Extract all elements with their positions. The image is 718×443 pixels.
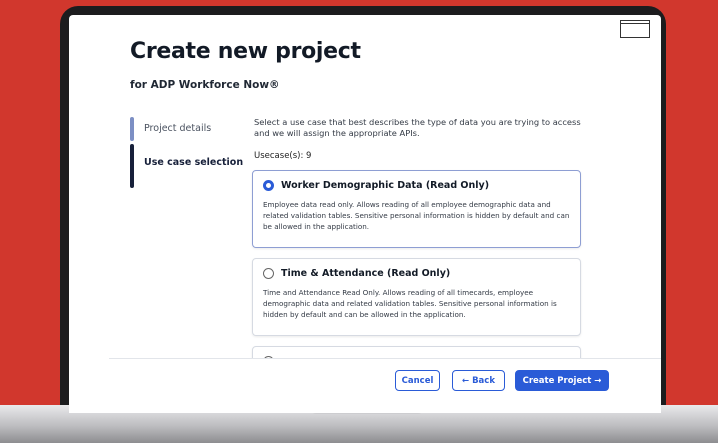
step-label: Use case selection (144, 157, 244, 168)
usecase-card-time-attendance[interactable]: Time & Attendance (Read Only) Time and A… (252, 258, 581, 336)
usecase-card-worker-demographic[interactable]: Worker Demographic Data (Read Only) Empl… (252, 170, 581, 248)
step-label: Project details (144, 123, 212, 134)
usecase-title: Worker Demographic Data (Read Only) (281, 180, 490, 191)
usecase-description: Time and Attendance Read Only. Allows re… (263, 288, 557, 319)
usecase-description: Employee data read only. Allows reading … (263, 200, 570, 231)
window-icon[interactable] (620, 20, 650, 38)
radio-button[interactable] (263, 180, 274, 191)
footer-bar: Cancel ← Back Create Project → (109, 358, 661, 413)
radio-button[interactable] (263, 268, 274, 279)
create-project-button[interactable]: Create Project → (515, 370, 609, 391)
step-use-case-selection[interactable]: Use case selection (130, 144, 250, 188)
page-title: Create new project (130, 39, 361, 64)
step-project-details[interactable]: Project details (130, 117, 250, 141)
usecase-title: Time & Attendance (Read Only) (281, 268, 451, 279)
instructions-text: Select a use case that best describes th… (254, 117, 581, 138)
back-button[interactable]: ← Back (452, 370, 505, 391)
step-indicator (130, 144, 134, 188)
usecase-count: Usecase(s): 9 (254, 151, 312, 161)
cancel-button[interactable]: Cancel (395, 370, 440, 391)
step-indicator (130, 117, 134, 141)
page-subtitle: for ADP Workforce Now® (130, 79, 280, 91)
app-screen: Create new project for ADP Workforce Now… (69, 15, 661, 413)
